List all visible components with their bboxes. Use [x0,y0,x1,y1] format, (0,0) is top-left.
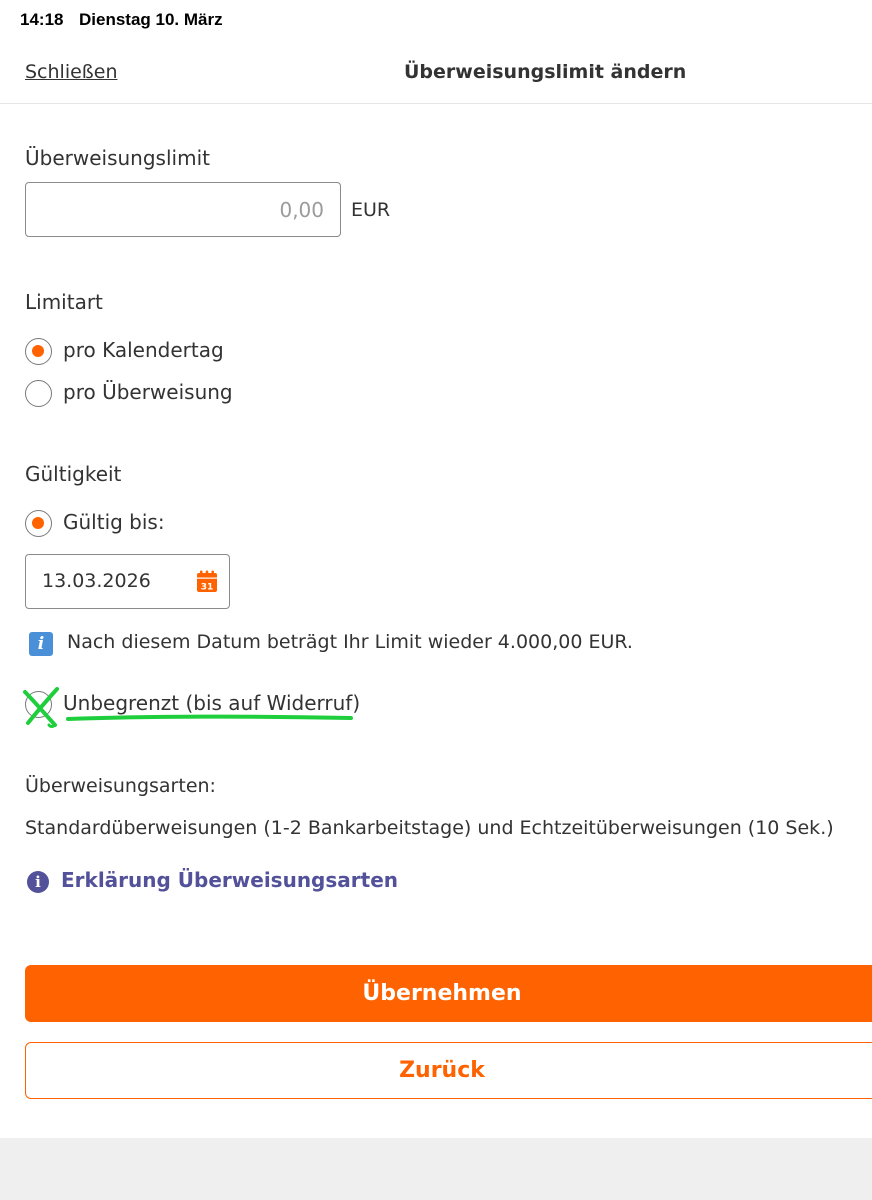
transfer-types-label: Überweisungsarten: [25,775,216,797]
transfer-types-text: Standardüberweisungen (1-2 Bankarbeitsta… [25,817,834,839]
validity-label: Gültigkeit [25,462,122,486]
transfer-types-explanation-link[interactable]: Erklärung Überweisungsarten [61,868,398,892]
radio-per-transfer[interactable] [25,380,52,407]
radio-label-valid-until[interactable]: Gültig bis: [63,510,165,534]
calendar-icon[interactable]: 31 [196,570,218,593]
radio-per-calendar-day[interactable] [25,338,52,365]
calendar-day-text: 31 [201,583,214,593]
radio-valid-until[interactable] [25,510,52,537]
radio-label-per-transfer[interactable]: pro Überweisung [63,380,233,404]
validity-info-text: Nach diesem Datum beträgt Ihr Limit wied… [67,631,633,653]
annotation-cross-mark [23,687,59,728]
annotation-underline-mark [66,714,353,721]
back-button[interactable]: Zurück [25,1042,872,1099]
limit-type-label: Limitart [25,290,103,314]
status-bar: 14:18 Dienstag 10. März [0,0,872,40]
date-field[interactable]: 13.03.2026 31 [25,554,230,609]
currency-label: EUR [351,199,391,221]
status-time: 14:18 [20,10,64,29]
limit-amount-input[interactable] [25,182,341,237]
apply-button[interactable]: Übernehmen [25,965,872,1022]
close-link[interactable]: Schließen [25,61,118,83]
info-icon: i [29,632,53,656]
info-circle-icon[interactable]: i [27,871,49,893]
date-value[interactable]: 13.03.2026 [42,570,151,592]
nav-bar: Schließen Überweisungslimit ändern [0,40,872,104]
limit-label: Überweisungslimit [25,146,210,170]
footer-area [0,1138,872,1200]
radio-label-per-calendar-day[interactable]: pro Kalendertag [63,338,224,362]
page-title: Überweisungslimit ändern [404,61,687,83]
status-date: Dienstag 10. März [79,10,223,29]
